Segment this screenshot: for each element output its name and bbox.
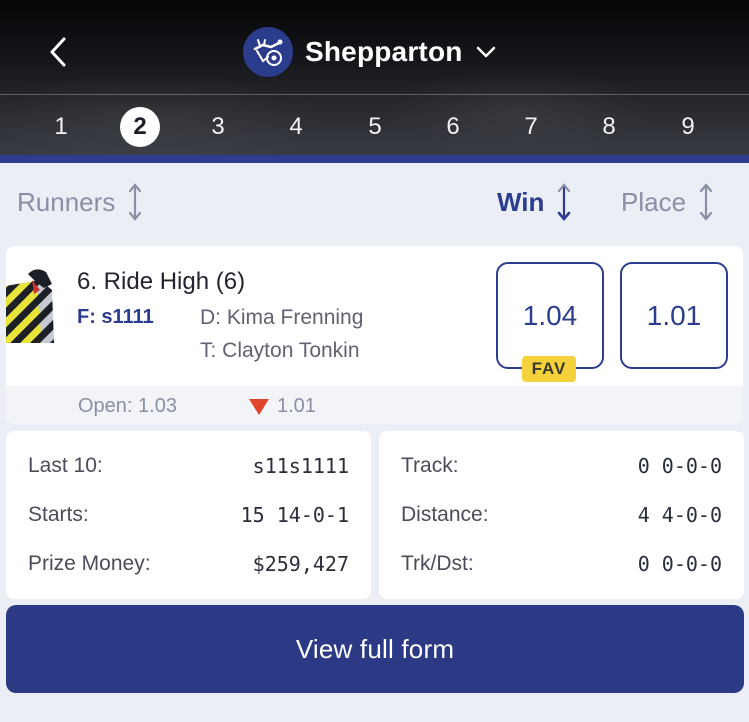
race-tab-3[interactable]: 3	[198, 107, 238, 147]
runner-form: F: s1111	[77, 306, 154, 328]
stat-label: Prize Money:	[28, 552, 151, 575]
stat-row-track: Track: 0 0-0-0	[401, 451, 722, 481]
race-tab-1[interactable]: 1	[41, 107, 81, 147]
stat-label: Starts:	[28, 503, 89, 526]
stat-row-starts: Starts: 15 14-0-1	[28, 500, 349, 530]
harness-racing-icon	[243, 27, 293, 77]
runner-trainer: T: Clayton Tonkin	[200, 339, 360, 362]
stat-label: Last 10:	[28, 454, 103, 477]
race-tab-8[interactable]: 8	[589, 107, 629, 147]
chevron-down-icon	[475, 41, 497, 63]
sort-arrows-icon	[699, 183, 713, 221]
sort-place-label: Place	[621, 186, 687, 217]
race-header: Shepparton 1 2 3 4 5 6 7 8 9	[0, 0, 749, 157]
race-tab-9[interactable]: 9	[668, 107, 708, 147]
sort-runners-label: Runners	[17, 186, 116, 217]
venue-selector[interactable]: Shepparton	[243, 27, 497, 77]
stat-value: 4 4-0-0	[637, 503, 722, 527]
down-triangle-icon	[249, 398, 269, 415]
sort-place[interactable]: Place	[621, 182, 716, 222]
runner-driver: D: Kima Frenning	[200, 306, 364, 329]
race-tab-4[interactable]: 4	[276, 107, 316, 147]
stat-row-last10: Last 10: s11s1111	[28, 451, 349, 481]
sort-arrows-icon	[129, 183, 142, 221]
stat-value: 0 0-0-0	[637, 454, 722, 478]
stat-label: Distance:	[401, 503, 489, 526]
stat-row-prize-money: Prize Money: $259,427	[28, 549, 349, 579]
sort-win[interactable]: Win	[497, 182, 574, 222]
stat-value: $259,427	[252, 552, 349, 576]
stat-row-distance: Distance: 4 4-0-0	[401, 500, 722, 530]
favourite-badge: FAV	[522, 356, 576, 382]
open-price: Open: 1.03	[78, 395, 177, 417]
track-stats-card: Track: 0 0-0-0 Distance: 4 4-0-0 Trk/Dst…	[379, 431, 744, 599]
runner-name: 6. Ride High (6)	[77, 268, 246, 295]
win-odds-value: 1.04	[522, 299, 578, 331]
current-price: 1.01	[277, 395, 316, 417]
career-stats-card: Last 10: s11s1111 Starts: 15 14-0-1 Priz…	[6, 431, 371, 599]
win-odds-button[interactable]: 1.04	[496, 262, 604, 369]
sort-win-label: Win	[497, 186, 545, 217]
runner-card[interactable]: 6. Ride High (6) F: s1111 D: Kima Frenni…	[6, 246, 743, 424]
jockey-silks-icon	[6, 269, 54, 343]
stat-value: s11s1111	[252, 454, 349, 478]
race-number-tabs: 1 2 3 4 5 6 7 8 9	[0, 101, 749, 153]
view-full-form-button[interactable]: View full form	[6, 605, 744, 693]
stat-value: 15 14-0-1	[240, 503, 349, 527]
venue-name: Shepparton	[305, 36, 463, 67]
chevron-left-icon	[50, 37, 66, 67]
header-divider	[0, 94, 749, 95]
stat-row-track-distance: Trk/Dst: 0 0-0-0	[401, 549, 722, 579]
price-movement: 1.01	[249, 395, 316, 418]
sort-runners[interactable]: Runners	[17, 182, 145, 222]
stat-label: Trk/Dst:	[401, 552, 474, 575]
sort-arrows-active-icon	[558, 183, 571, 222]
stat-label: Track:	[401, 454, 459, 477]
race-tab-5[interactable]: 5	[355, 107, 395, 147]
stat-value: 0 0-0-0	[637, 552, 722, 576]
back-button[interactable]	[40, 34, 76, 70]
place-odds-value: 1.01	[646, 299, 702, 331]
race-tab-7[interactable]: 7	[511, 107, 551, 147]
race-tab-6[interactable]: 6	[433, 107, 473, 147]
place-odds-button[interactable]: 1.01	[620, 262, 728, 369]
race-tab-2[interactable]: 2	[120, 107, 160, 147]
price-history-bar: Open: 1.03 1.01	[6, 386, 743, 424]
header-accent-strip	[0, 155, 749, 163]
